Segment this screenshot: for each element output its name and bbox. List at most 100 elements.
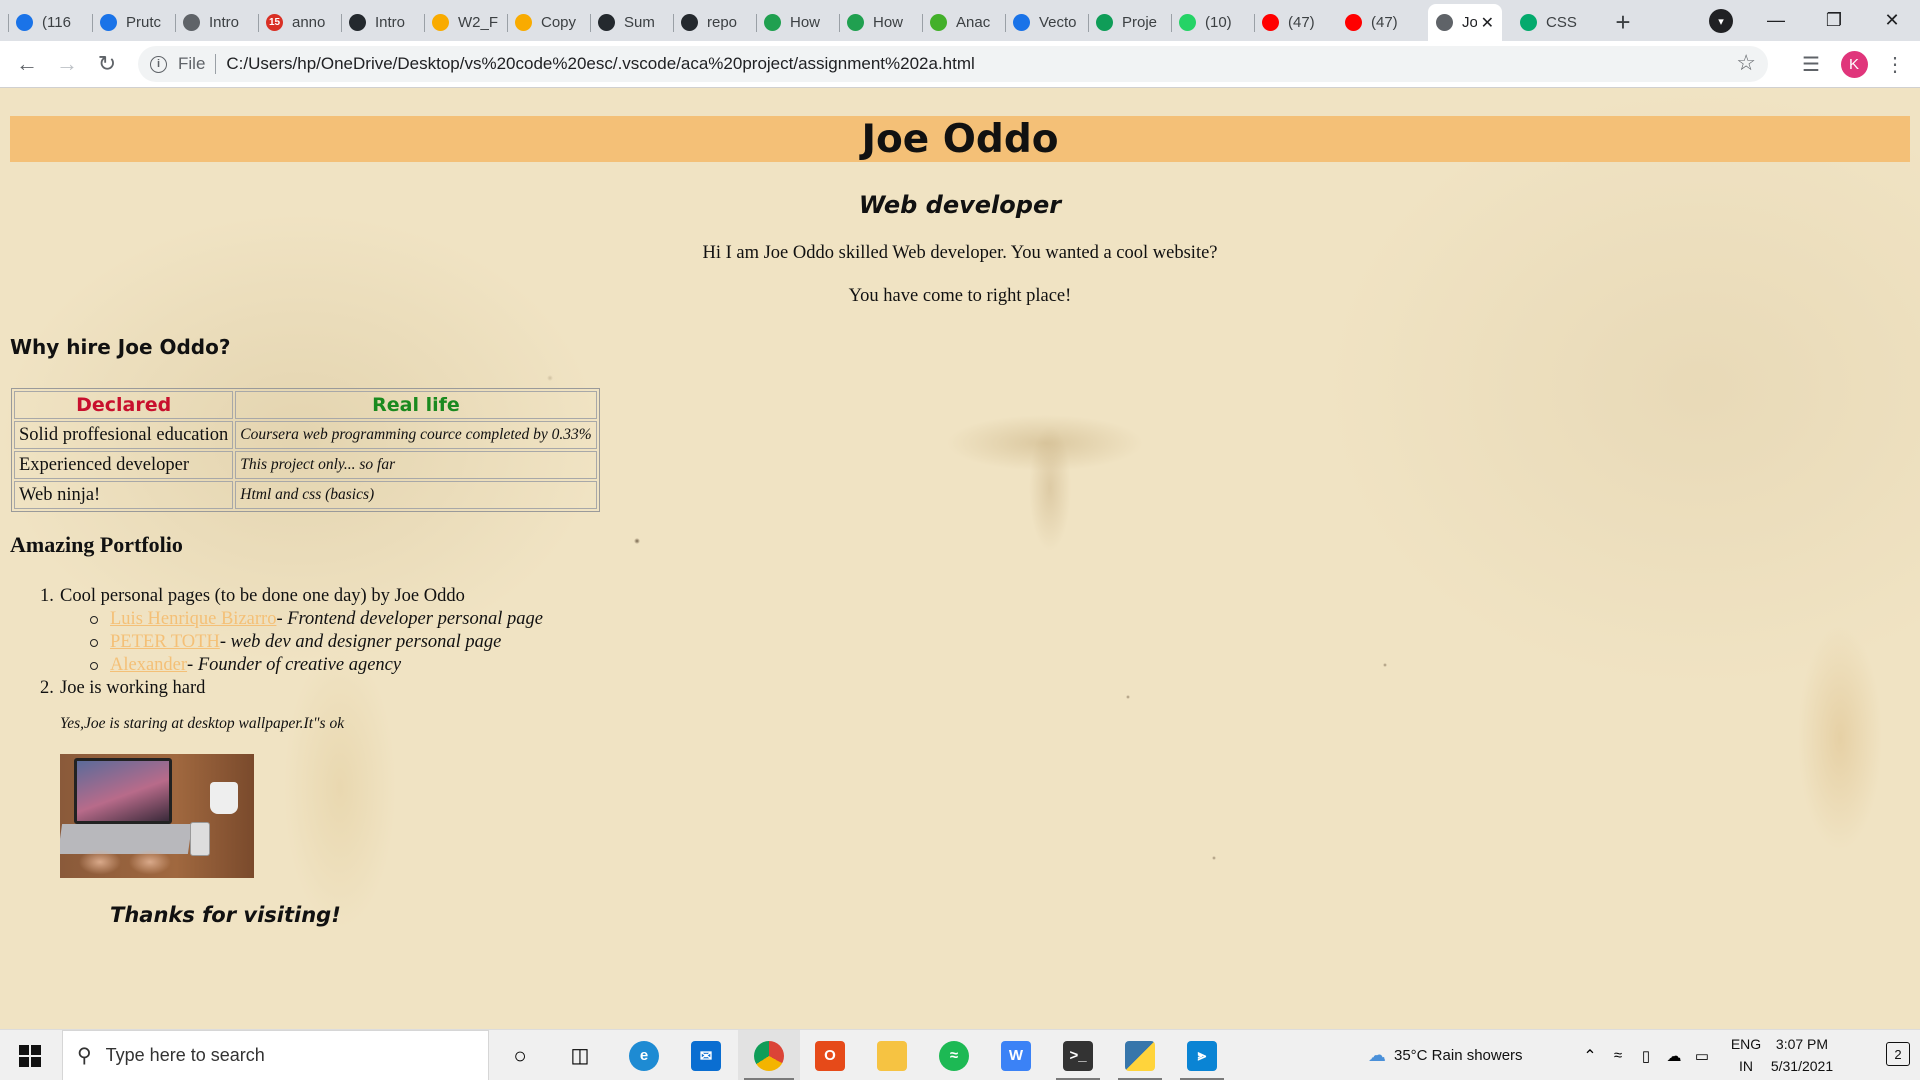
chevron-up-icon[interactable]: ⌃ bbox=[1578, 1030, 1602, 1080]
mug bbox=[210, 782, 238, 814]
battery-icon[interactable]: ▯ bbox=[1634, 1030, 1658, 1080]
clock-date: 5/31/2021 bbox=[1770, 1058, 1834, 1074]
browser-tab[interactable]: Copy bbox=[507, 4, 589, 41]
file-explorer-icon[interactable] bbox=[872, 1030, 912, 1080]
wifi-icon[interactable]: ≈ bbox=[1606, 1030, 1630, 1080]
browser-tab[interactable]: Intro bbox=[175, 4, 257, 41]
windows-start-icon[interactable] bbox=[0, 1030, 60, 1080]
avatar[interactable]: K bbox=[1840, 50, 1868, 78]
close-window-icon[interactable]: ✕ bbox=[1863, 0, 1920, 40]
volume-icon[interactable]: ▭ bbox=[1690, 1030, 1714, 1080]
browser-tab[interactable]: (10) bbox=[1171, 4, 1253, 41]
table-header-row: Declared Real life bbox=[14, 391, 597, 419]
console-icon: >_ bbox=[1063, 1040, 1093, 1071]
table-cell-real-life: This project only... so far bbox=[235, 451, 597, 479]
writer-app-icon[interactable]: W bbox=[996, 1030, 1036, 1080]
lang-line-1: ENG bbox=[1730, 1036, 1762, 1052]
c-logo-icon bbox=[1013, 14, 1030, 31]
github-icon bbox=[598, 14, 615, 31]
mail-icon[interactable]: ✉ bbox=[686, 1030, 726, 1080]
header-banner: Joe Oddo bbox=[10, 116, 1910, 162]
tab-title: How bbox=[873, 14, 904, 31]
python-icon[interactable] bbox=[1112, 1030, 1168, 1080]
browser-tab[interactable]: CSS bbox=[1512, 4, 1592, 41]
browser-tab[interactable]: How bbox=[756, 4, 838, 41]
chrome-taskbar-icon[interactable] bbox=[738, 1030, 800, 1080]
list-number: 1. bbox=[40, 586, 54, 606]
profile-avatar[interactable]: K bbox=[1839, 49, 1869, 79]
minimize-icon[interactable]: — bbox=[1747, 0, 1805, 40]
folder-icon bbox=[877, 1040, 907, 1071]
vscode-icon[interactable]: ⪢ bbox=[1174, 1030, 1230, 1080]
browser-tab[interactable]: (47) bbox=[1254, 4, 1336, 41]
windows-logo-icon bbox=[19, 1044, 41, 1067]
portfolio-links: Luis Henrique Bizarro- Frontend develope… bbox=[90, 608, 543, 677]
list-item-text: Cool personal pages (to be done one day)… bbox=[60, 586, 465, 606]
github-icon bbox=[349, 14, 366, 31]
browser-tab[interactable]: repo bbox=[673, 4, 755, 41]
browser-tab[interactable]: Anac bbox=[922, 4, 1004, 41]
menu-kebab-icon[interactable]: ⋮ bbox=[1880, 49, 1910, 79]
table-cell-declared: Web ninja! bbox=[14, 481, 234, 509]
browser-tab[interactable]: How bbox=[839, 4, 921, 41]
address-url[interactable]: C:/Users/hp/OneDrive/Desktop/vs%20code%2… bbox=[226, 54, 974, 74]
w3schools-icon bbox=[1520, 14, 1537, 31]
spotify-icon[interactable]: ≈ bbox=[934, 1030, 974, 1080]
site-info-icon[interactable]: i bbox=[150, 55, 167, 73]
new-tab-button[interactable]: + bbox=[1608, 7, 1638, 37]
weather-widget[interactable]: ☁ 35°C Rain showers bbox=[1368, 1030, 1568, 1080]
office-icon[interactable]: O bbox=[810, 1030, 850, 1080]
phone bbox=[190, 822, 210, 856]
browser-tab[interactable]: (116 bbox=[8, 4, 90, 41]
chrome-icon bbox=[754, 1040, 784, 1071]
laptop-desk-photo bbox=[60, 754, 254, 878]
tab-title: (47) bbox=[1288, 14, 1315, 31]
colab-icon bbox=[432, 14, 449, 31]
tab-search-icon[interactable]: ▾ bbox=[1709, 9, 1733, 33]
why-hire-heading: Why hire Joe Oddo? bbox=[10, 335, 231, 359]
close-tab-icon[interactable]: ✕ bbox=[1477, 13, 1494, 33]
table-cell-declared: Experienced developer bbox=[14, 451, 234, 479]
notifications-icon[interactable]: 2 bbox=[1886, 1042, 1910, 1066]
terminal-icon[interactable]: >_ bbox=[1050, 1030, 1106, 1080]
browser-tab[interactable]: W2_F bbox=[424, 4, 506, 41]
tab-title: Prutc bbox=[126, 14, 162, 31]
intro-text-1: Hi I am Joe Oddo skilled Web developer. … bbox=[702, 243, 1218, 263]
back-icon[interactable]: ← bbox=[12, 49, 42, 79]
onedrive-icon[interactable]: ☁ bbox=[1662, 1030, 1686, 1080]
browser-tab[interactable]: Prutc bbox=[92, 4, 174, 41]
reload-icon[interactable]: ↻ bbox=[92, 49, 122, 79]
forward-icon[interactable]: → bbox=[52, 49, 82, 79]
thanks-message: Thanks for visiting! bbox=[110, 903, 341, 927]
browser-tab[interactable]: Sum bbox=[590, 4, 672, 41]
browser-tab[interactable]: 15 anno bbox=[258, 4, 340, 41]
edge-icon[interactable]: e bbox=[624, 1030, 664, 1080]
column-header-declared: Declared bbox=[14, 391, 234, 419]
browser-tab[interactable]: Vecto bbox=[1005, 4, 1087, 41]
table-cell-real-life: Coursera web programming cource complete… bbox=[235, 421, 597, 449]
link-luis[interactable]: Luis Henrique Bizarro bbox=[110, 609, 276, 629]
portfolio-list: 1. Cool personal pages (to be done one d… bbox=[40, 585, 543, 700]
browser-tab[interactable]: (47) bbox=[1337, 4, 1419, 41]
tab-title: Proje bbox=[1122, 14, 1158, 31]
list-item: Luis Henrique Bizarro- Frontend develope… bbox=[90, 608, 543, 631]
link-alexander[interactable]: Alexander bbox=[110, 655, 187, 675]
reading-list-icon[interactable]: ☰ bbox=[1796, 49, 1826, 79]
address-bar[interactable]: i File C:/Users/hp/OneDrive/Desktop/vs%2… bbox=[138, 46, 1768, 82]
system-clock[interactable]: 3:07 PM 5/31/2021 bbox=[1760, 1033, 1844, 1077]
browser-tab[interactable]: Jo ✕ bbox=[1428, 4, 1502, 41]
link-peter[interactable]: PETER TOTH bbox=[110, 632, 220, 652]
cortana-icon[interactable]: ○ bbox=[500, 1030, 540, 1080]
weather-rain-icon: ☁ bbox=[1368, 1045, 1386, 1065]
taskbar-search[interactable]: ⚲ Type here to search bbox=[62, 1030, 489, 1080]
page-content: Joe Oddo Web developer Hi I am Joe Oddo … bbox=[0, 88, 1920, 1029]
task-view-icon[interactable]: ◫ bbox=[560, 1030, 600, 1080]
browser-tab[interactable]: Intro bbox=[341, 4, 423, 41]
python-logo-icon bbox=[1125, 1040, 1155, 1071]
browser-tab[interactable]: Proje bbox=[1088, 4, 1170, 41]
tab-strip: CSS Jo ✕ (47) (47) (10) Proje Vecto Anac How How re… bbox=[0, 0, 1920, 41]
restore-icon[interactable]: ❐ bbox=[1805, 0, 1863, 40]
input-language[interactable]: ENG IN bbox=[1728, 1033, 1764, 1077]
bookmark-star-icon[interactable]: ☆ bbox=[1736, 50, 1756, 76]
intro-text-2: You have come to right place! bbox=[848, 286, 1072, 306]
